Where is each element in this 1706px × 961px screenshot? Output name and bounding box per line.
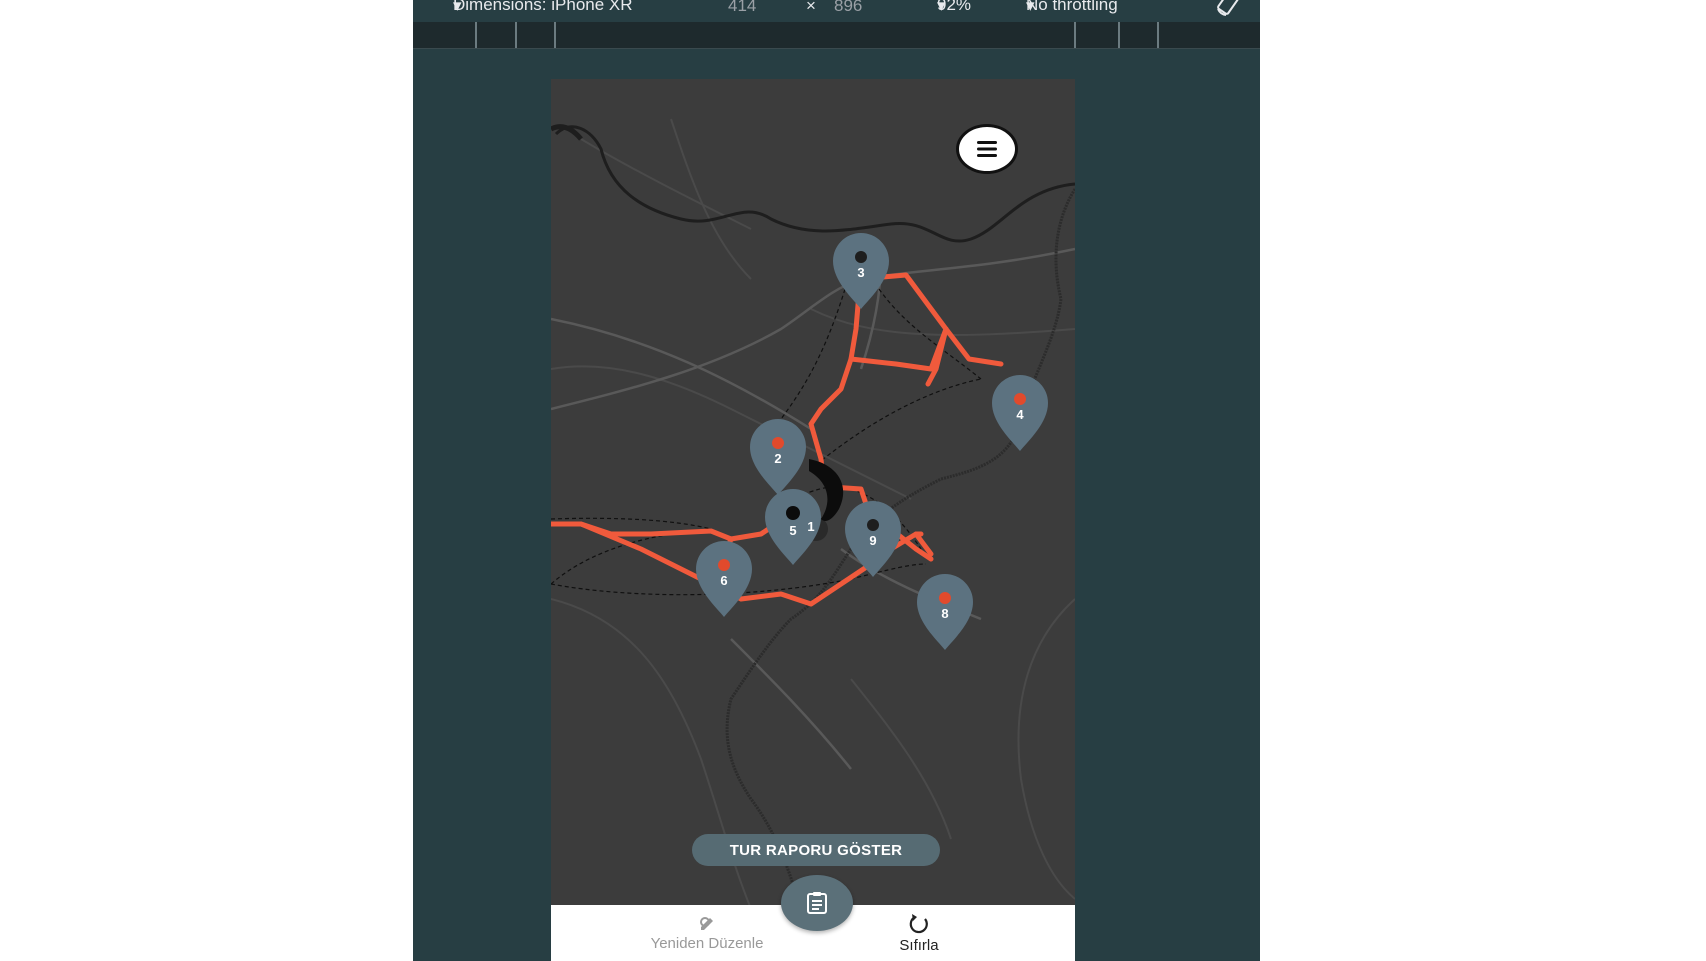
devtools-toolbar: Dimensions: iPhone XR ▾ 414 × 896 92% ▾ …: [413, 0, 1260, 20]
nav-reorder-button[interactable]: Yeniden Düzenle: [627, 905, 787, 961]
times-sign: ×: [806, 0, 816, 15]
refresh-icon: [909, 914, 928, 934]
marker-label: 3: [857, 265, 864, 280]
map-marker[interactable]: 2: [750, 419, 806, 495]
marker-label: 2: [774, 451, 781, 466]
map-marker[interactable]: 6: [696, 541, 752, 617]
phone-viewport: 3 4 2 5 1 9 6 8 TUR RAPORU GÖSTER Yenide…: [551, 79, 1075, 961]
map-marker[interactable]: 3: [833, 233, 889, 309]
marker-label: 1: [807, 519, 814, 534]
marker-label: 5: [789, 523, 796, 538]
nav-reset-label: Sıfırla: [899, 937, 939, 954]
menu-button[interactable]: [956, 124, 1018, 174]
devtools-device-frame: Dimensions: iPhone XR ▾ 414 × 896 92% ▾ …: [413, 0, 1260, 961]
zoom-selector[interactable]: 92% ▾: [937, 0, 971, 14]
map-marker[interactable]: 5 1: [765, 489, 821, 565]
route-edit-icon: [700, 917, 713, 930]
report-fab[interactable]: [781, 875, 853, 931]
marker-label: 6: [720, 573, 727, 588]
map-marker[interactable]: 4: [992, 375, 1048, 451]
show-tour-report-button[interactable]: TUR RAPORU GÖSTER: [692, 834, 940, 866]
width-input[interactable]: 414: [728, 0, 756, 14]
marker-label: 9: [869, 533, 876, 548]
media-query-ruler: [413, 22, 1260, 49]
marker-label: 8: [941, 606, 948, 621]
map-marker[interactable]: 9: [845, 501, 901, 577]
route-map[interactable]: 3 4 2 5 1 9 6 8: [551, 79, 1075, 909]
height-input[interactable]: 896: [834, 0, 862, 14]
clipboard-icon: [807, 892, 827, 914]
hamburger-icon: [977, 141, 997, 157]
nav-reorder-label: Yeniden Düzenle: [650, 935, 764, 952]
rotate-icon[interactable]: [1216, 0, 1242, 19]
nav-reset-button[interactable]: Sıfırla: [839, 905, 999, 961]
throttling-selector[interactable]: No throttling ▾: [1026, 0, 1118, 14]
map-marker[interactable]: 8: [917, 574, 973, 650]
marker-label: 4: [1016, 407, 1024, 422]
device-selector[interactable]: Dimensions: iPhone XR ▾: [453, 0, 633, 14]
